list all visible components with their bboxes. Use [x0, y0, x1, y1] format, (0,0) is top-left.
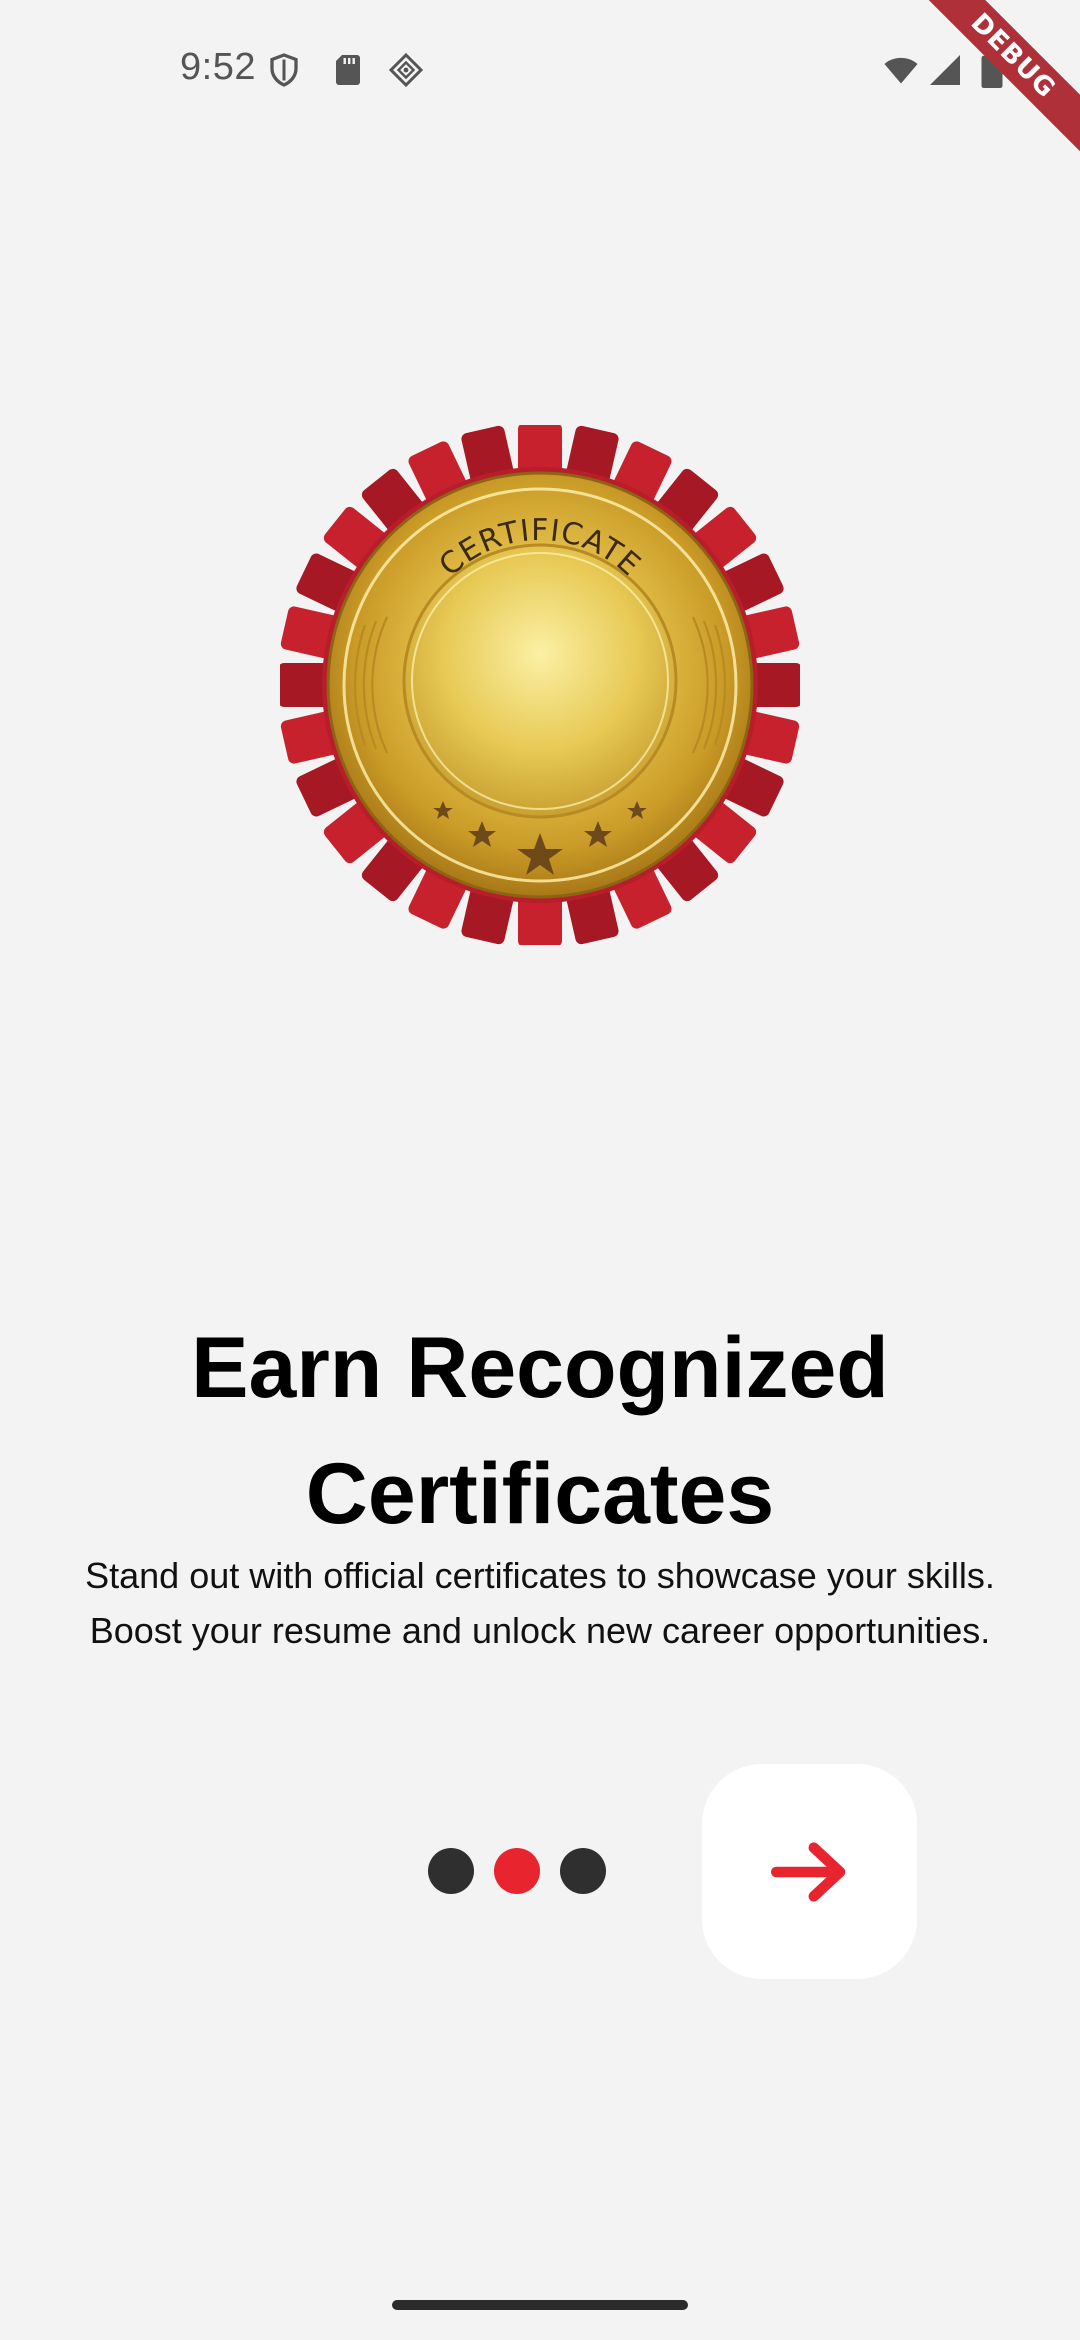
certificate-medal-icon: CERTIFICATE	[280, 425, 800, 945]
subtitle-line: Boost your resume and unlock new career …	[89, 1610, 991, 1651]
page-dot-active[interactable]	[494, 1848, 540, 1894]
status-bar: 9:52	[0, 0, 1080, 140]
status-time: 9:52	[180, 46, 256, 88]
sd-card-icon	[330, 52, 366, 88]
diamond-icon	[388, 52, 424, 88]
page-dot[interactable]	[560, 1848, 606, 1894]
page-dot[interactable]	[428, 1848, 474, 1894]
wifi-icon	[880, 52, 922, 88]
arrow-right-icon	[765, 1827, 855, 1917]
subtitle-line: Stand out with official certificates to …	[85, 1555, 995, 1596]
shield-icon	[266, 52, 302, 88]
page-indicator	[428, 1848, 606, 1894]
cellular-signal-icon	[926, 52, 964, 88]
next-button[interactable]	[702, 1764, 917, 1979]
home-indicator[interactable]	[392, 2300, 688, 2310]
page-title: Earn Recognized Certificates	[191, 1320, 889, 1542]
page-subtitle: Stand out with official certificates to …	[40, 1548, 1040, 1658]
